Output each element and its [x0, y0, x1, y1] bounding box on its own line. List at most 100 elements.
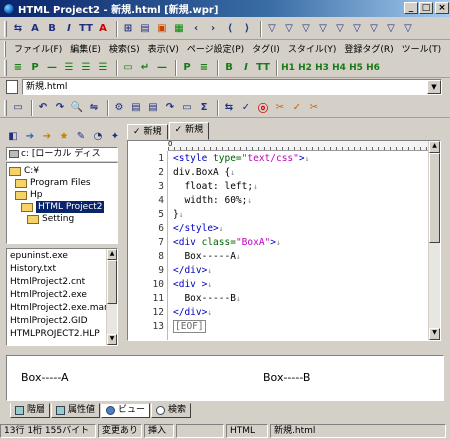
left-tb-4[interactable]: ✎	[74, 128, 88, 145]
tb2-button-4[interactable]: ☰	[79, 59, 93, 76]
tools-icon[interactable]: ✂	[307, 99, 321, 116]
folder-item-selected[interactable]: HTML Project2	[21, 201, 105, 213]
code-editor[interactable]: 0 1 2 3 4 5 6 7 8 9 10 11 12 13 <style t…	[127, 140, 441, 341]
tb3-button-9[interactable]: ▭	[180, 99, 194, 116]
maximize-button[interactable]: □	[419, 2, 433, 14]
left-tb-2[interactable]: ➔	[40, 128, 54, 145]
tb1-button-19[interactable]: ▽	[350, 20, 364, 37]
drive-select[interactable]: c: [ローカル ディス	[6, 147, 118, 161]
swap-icon[interactable]: ⇆	[222, 99, 236, 116]
menu-tag[interactable]: タグ(I)	[248, 42, 284, 55]
tb2-button-3[interactable]: ☰	[62, 59, 76, 76]
menu-tools[interactable]: ツール(T)	[398, 42, 446, 55]
tb1-button-15[interactable]: ▽	[282, 20, 296, 37]
tb2-button-17[interactable]: H4	[332, 59, 346, 76]
tb2-button-6[interactable]: ▭	[121, 59, 135, 76]
tb2-button-9[interactable]: P	[180, 59, 194, 76]
tb2-button-7[interactable]: ↵	[138, 59, 152, 76]
gear-icon[interactable]: ⚙	[112, 99, 126, 116]
tb2-button-2[interactable]: —	[45, 59, 59, 76]
stop-icon[interactable]: ⓞ	[256, 99, 270, 116]
left-tb-6[interactable]: ✦	[108, 128, 122, 145]
left-tb-5[interactable]: ◔	[91, 128, 105, 145]
path-combo[interactable]: 新規.html ▼	[22, 79, 442, 95]
menu-file[interactable]: ファイル(F)	[10, 42, 66, 55]
menu-search[interactable]: 検索(S)	[105, 42, 144, 55]
tb2-button-1[interactable]: P	[28, 59, 42, 76]
undo-icon[interactable]: ↶	[36, 99, 50, 116]
tb2-button-10[interactable]: ≡	[197, 59, 211, 76]
file-item[interactable]: History.txt	[10, 263, 56, 276]
tb1-button-4[interactable]: TT	[79, 20, 93, 37]
left-tb-3[interactable]: ★	[57, 128, 71, 145]
menu-grip[interactable]	[4, 40, 6, 57]
menu-registered-tag[interactable]: 登録タグ(R)	[340, 42, 397, 55]
tb1-button-5[interactable]: A	[96, 20, 110, 37]
file-item[interactable]: HtmlProject2.exe.mani	[10, 302, 112, 315]
tb2-button-14[interactable]: H1	[281, 59, 295, 76]
tb1-button-22[interactable]: ▽	[401, 20, 415, 37]
scroll-down-button[interactable]: ▼	[107, 334, 117, 345]
tb1-button-1[interactable]: A	[28, 20, 42, 37]
file-list-scrollbar[interactable]: ▲ ▼	[106, 249, 117, 345]
file-list[interactable]: epuninst.exe History.txt HtmlProject2.cn…	[6, 248, 118, 346]
tb2-button-16[interactable]: H3	[315, 59, 329, 76]
folder-item[interactable]: Program Files	[15, 177, 91, 189]
tb3-button-6[interactable]: ▤	[129, 99, 143, 116]
menu-overflow[interactable]: »	[445, 44, 450, 54]
scroll-down-button[interactable]: ▼	[429, 328, 440, 340]
tb3-button-7[interactable]: ▤	[146, 99, 160, 116]
left-tb-0[interactable]: ◧	[6, 128, 20, 145]
folder-item[interactable]: C:¥	[9, 165, 39, 177]
close-button[interactable]: ×	[435, 2, 449, 14]
tb1-button-21[interactable]: ▽	[384, 20, 398, 37]
tb1-button-17[interactable]: ▽	[316, 20, 330, 37]
search-icon[interactable]: 🔍	[70, 99, 84, 116]
tb1-button-8[interactable]: ▣	[155, 20, 169, 37]
tb1-button-10[interactable]: ‹	[189, 20, 203, 37]
tb2-button-18[interactable]: H5	[349, 59, 363, 76]
tb2-button-8[interactable]: —	[155, 59, 169, 76]
check-icon[interactable]: ✓	[239, 99, 253, 116]
minimize-button[interactable]: _	[404, 2, 418, 14]
validate-icon[interactable]: ✓	[290, 99, 304, 116]
left-tb-1[interactable]: ➔	[23, 128, 37, 145]
menu-style[interactable]: スタイル(Y)	[284, 42, 341, 55]
sigma-icon[interactable]: Σ	[197, 99, 211, 116]
tb3-button-0[interactable]: ▭	[11, 99, 25, 116]
tb1-button-6[interactable]: ⊞	[121, 20, 135, 37]
tb2-button-13[interactable]: TT	[256, 59, 270, 76]
file-item[interactable]: epuninst.exe	[10, 250, 68, 263]
tb2-button-15[interactable]: H2	[298, 59, 312, 76]
menu-view[interactable]: 表示(V)	[144, 42, 183, 55]
tb2-button-0[interactable]: ≡	[11, 59, 25, 76]
file-item[interactable]: HtmlProject2.cnt	[10, 276, 85, 289]
redo-icon[interactable]: ↷	[53, 99, 67, 116]
editor-tab-active[interactable]: ✓ 新規	[168, 122, 210, 140]
tb1-button-0[interactable]: ⇆	[11, 20, 25, 37]
cut-icon[interactable]: ✂	[273, 99, 287, 116]
tb2-button-12[interactable]: I	[239, 59, 253, 76]
toolbar-grip[interactable]	[4, 59, 7, 76]
tb1-button-3[interactable]: I	[62, 20, 76, 37]
tab-attributes[interactable]: 属性値	[51, 403, 101, 418]
tab-search[interactable]: 検索	[151, 403, 192, 418]
tb2-button-5[interactable]: ☰	[96, 59, 110, 76]
scroll-thumb[interactable]	[107, 260, 117, 304]
tb1-button-13[interactable]: ⟩	[240, 20, 254, 37]
tb1-button-2[interactable]: B	[45, 20, 59, 37]
menu-edit[interactable]: 編集(E)	[66, 42, 105, 55]
menu-page-setup[interactable]: ページ設定(P)	[183, 42, 248, 55]
tab-hierarchy[interactable]: 階層	[10, 403, 51, 418]
folder-item[interactable]: Setting	[27, 213, 74, 225]
tb2-button-11[interactable]: B	[222, 59, 236, 76]
tb1-button-12[interactable]: ⟨	[223, 20, 237, 37]
file-item[interactable]: HTMLPROJECT2.HLP	[10, 328, 100, 341]
tab-view[interactable]: ビュー	[101, 403, 151, 418]
tb2-button-19[interactable]: H6	[366, 59, 380, 76]
tb1-button-14[interactable]: ▽	[265, 20, 279, 37]
tb1-button-7[interactable]: ▤	[138, 20, 152, 37]
replace-icon[interactable]: ⇋	[87, 99, 101, 116]
tb1-button-11[interactable]: ›	[206, 20, 220, 37]
tb1-button-16[interactable]: ▽	[299, 20, 313, 37]
